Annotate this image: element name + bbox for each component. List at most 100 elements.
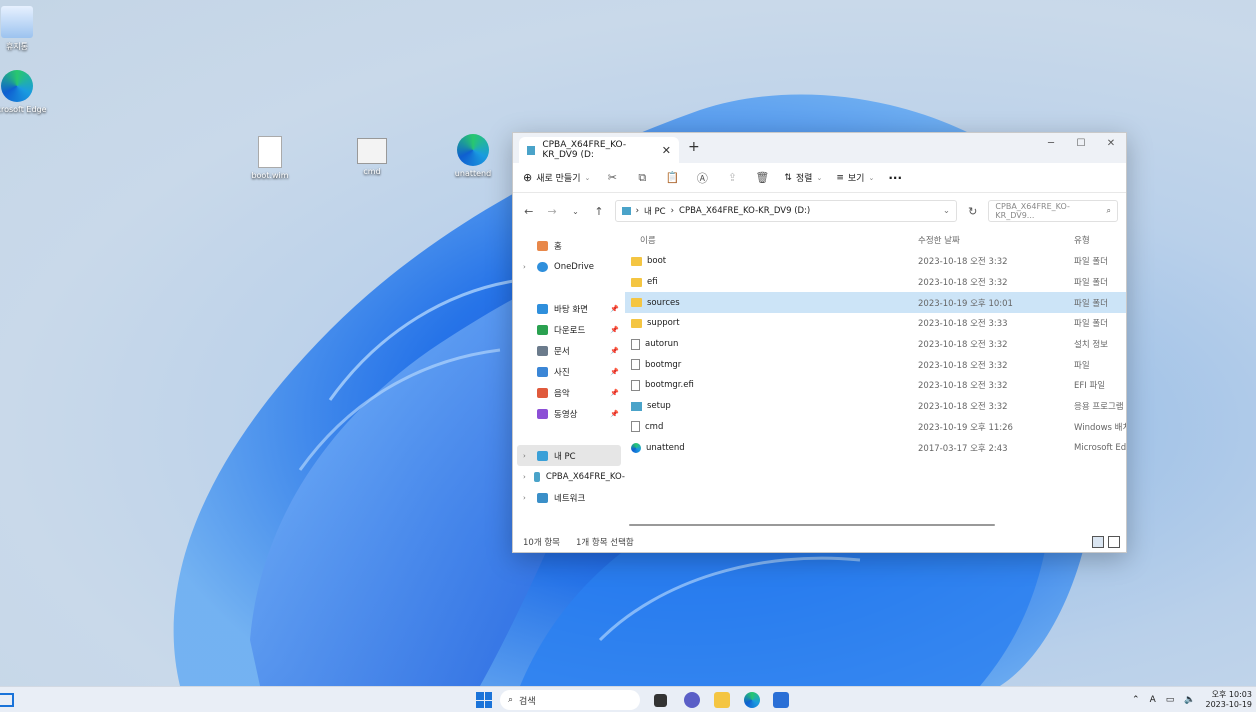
expand-chevron-icon[interactable]: › [523,263,531,271]
home-icon [537,240,548,251]
tab-drive[interactable]: CPBA_X64FRE_KO-KR_DV9 (D: ✕ [519,137,679,163]
chevron-down-icon[interactable]: ⌄ [943,206,950,216]
breadcrumb-drive[interactable]: CPBA_X64FRE_KO-KR_DV9 (D:) [679,206,810,216]
file-row[interactable]: autorun 2023-10-18 오전 3:32 설치 정보 [625,334,1126,355]
file-type: Windows 배치 [1074,422,1126,433]
chevron-up-icon[interactable]: ⌃ [1132,695,1140,705]
address-bar[interactable]: › 내 PC › CPBA_X64FRE_KO-KR_DV9 (D:) ⌄ [614,200,958,222]
item-count: 10개 항목 [523,538,560,548]
column-header: 이름 수정한 날짜 유형 [625,229,1126,251]
breadcrumb-this-pc[interactable]: 내 PC [644,205,666,217]
refresh-icon[interactable]: ↻ [965,205,980,218]
file-row[interactable]: support 2023-10-18 오전 3:33 파일 폴더 [625,313,1126,334]
pin-icon[interactable]: 📌 [610,347,619,355]
cloud-icon [537,261,548,272]
expand-chevron-icon[interactable]: › [523,494,531,502]
nav-label: CPBA_X64FRE_KO- [545,471,625,482]
pin-icon[interactable]: 📌 [610,368,619,376]
file-row[interactable]: bootmgr 2023-10-18 오전 3:32 파일 [625,354,1126,375]
new-button[interactable]: ⊕ 새로 만들기 ⌄ [523,171,590,184]
file-date: 2023-10-19 오후 11:26 [918,422,1013,433]
widgets-icon[interactable] [0,693,14,707]
start-button[interactable] [476,692,492,708]
tiles-view-icon[interactable] [1108,536,1120,548]
minimize-button[interactable]: ─ [1036,133,1066,153]
clock[interactable]: 오후 10:03 2023-10-19 [1206,690,1253,710]
nav-item-this-pc[interactable]: › 내 PC [517,445,621,466]
more-options-button[interactable]: ··· [888,171,902,185]
nav-item-quick[interactable]: 다운로드 📌 [513,319,625,340]
close-tab-icon[interactable]: ✕ [662,144,671,157]
recent-chevron-icon[interactable]: ⌄ [568,207,583,216]
expand-chevron-icon[interactable]: › [523,452,531,460]
file-icon [631,379,640,391]
forward-arrow-icon[interactable]: → [544,205,559,218]
back-arrow-icon[interactable]: ← [521,205,536,218]
taskbar-search[interactable]: ⌕ 검색 [500,690,640,710]
ime-indicator[interactable]: A [1150,695,1156,705]
nav-item-quick[interactable]: 음악 📌 [513,382,625,403]
cmd-icon [357,138,387,164]
close-window-button[interactable]: ✕ [1096,133,1126,153]
file-icon [631,359,640,371]
file-row[interactable]: boot 2023-10-18 오전 3:32 파일 폴더 [625,251,1126,272]
nav-item-quick[interactable]: 문서 📌 [513,340,625,361]
sort-button[interactable]: ⇅ 정렬 ⌄ [784,171,822,185]
column-type[interactable]: 유형 [1074,234,1090,246]
pin-icon[interactable]: 📌 [610,389,619,397]
column-name[interactable]: 이름 [640,234,918,246]
copy-icon[interactable]: ⧉ [634,170,650,186]
file-row[interactable]: unattend 2017-03-17 오후 2:43 Microsoft Edge [625,437,1126,458]
horizontal-scrollbar[interactable] [629,524,995,526]
file-name: setup [647,401,671,412]
cmd-file[interactable]: cmd [340,138,404,176]
expand-chevron-icon[interactable]: › [523,473,528,481]
up-arrow-icon[interactable]: ↑ [591,205,606,218]
view-button[interactable]: ≡ 보기 ⌄ [836,171,874,185]
unattend-file[interactable]: unattend [441,134,505,178]
file-list: 이름 수정한 날짜 유형 boot 2023-10-18 오전 3:32 파일 폴더… [625,229,1126,532]
delete-icon[interactable]: 🗑 [754,170,770,186]
column-date[interactable]: 수정한 날짜 [918,234,1074,246]
edge-shortcut[interactable]: Microsoft Edge [0,70,49,114]
file-row[interactable]: setup 2023-10-18 오전 3:32 응용 프로그램 [625,396,1126,417]
nav-label: 다운로드 [554,325,586,336]
pin-icon[interactable]: 📌 [610,305,619,313]
nav-item-quick[interactable]: 사진 📌 [513,361,625,382]
view-icon: ≡ [836,172,844,183]
recycle-bin-icon[interactable]: 휴지통 [0,6,49,52]
network-icon[interactable]: ▭ [1166,695,1175,705]
paste-icon[interactable]: 📋 [664,170,680,186]
rename-icon[interactable]: Ⓐ [694,170,710,186]
file-name: efi [647,277,658,288]
search-input[interactable]: CPBA_X64FRE_KO-KR_DV9... ⌕ [988,200,1118,222]
nav-item-quick[interactable]: 동영상 📌 [513,403,625,424]
nav-item-onedrive[interactable]: › OneDrive [513,256,625,277]
chat-icon[interactable] [684,692,700,708]
file-explorer-icon[interactable] [714,692,730,708]
share-icon[interactable]: ⇪ [724,170,740,186]
details-view-icon[interactable] [1092,536,1104,548]
nav-item-network[interactable]: › 네트워크 [513,487,625,508]
nav-item-drive[interactable]: › CPBA_X64FRE_KO- [513,466,625,487]
maximize-button[interactable]: ☐ [1066,133,1096,153]
file-row[interactable]: sources 2023-10-19 오후 10:01 파일 폴더 [625,292,1126,314]
file-row[interactable]: bootmgr.efi 2023-10-18 오전 3:32 EFI 파일 [625,375,1126,396]
bootwim-file[interactable]: boot.wim [238,136,302,180]
pin-icon[interactable]: 📌 [610,410,619,418]
sort-icon: ⇅ [784,172,792,183]
new-tab-button[interactable]: + [688,139,700,155]
folder-icon [537,408,548,419]
file-row[interactable]: cmd 2023-10-19 오후 11:26 Windows 배치 [625,417,1126,438]
file-row[interactable]: efi 2023-10-18 오전 3:32 파일 폴더 [625,272,1126,293]
store-icon[interactable] [773,692,789,708]
pin-icon[interactable]: 📌 [610,326,619,334]
cut-icon[interactable]: ✂ [604,170,620,186]
nav-item-home[interactable]: 홈 [513,235,625,256]
file-icon [631,421,640,433]
task-view-icon[interactable] [654,694,667,707]
edge-icon[interactable] [744,692,760,708]
nav-item-quick[interactable]: 바탕 화면 📌 [513,298,625,319]
volume-icon[interactable]: 🔈 [1184,695,1195,705]
nav-label: OneDrive [554,261,594,272]
